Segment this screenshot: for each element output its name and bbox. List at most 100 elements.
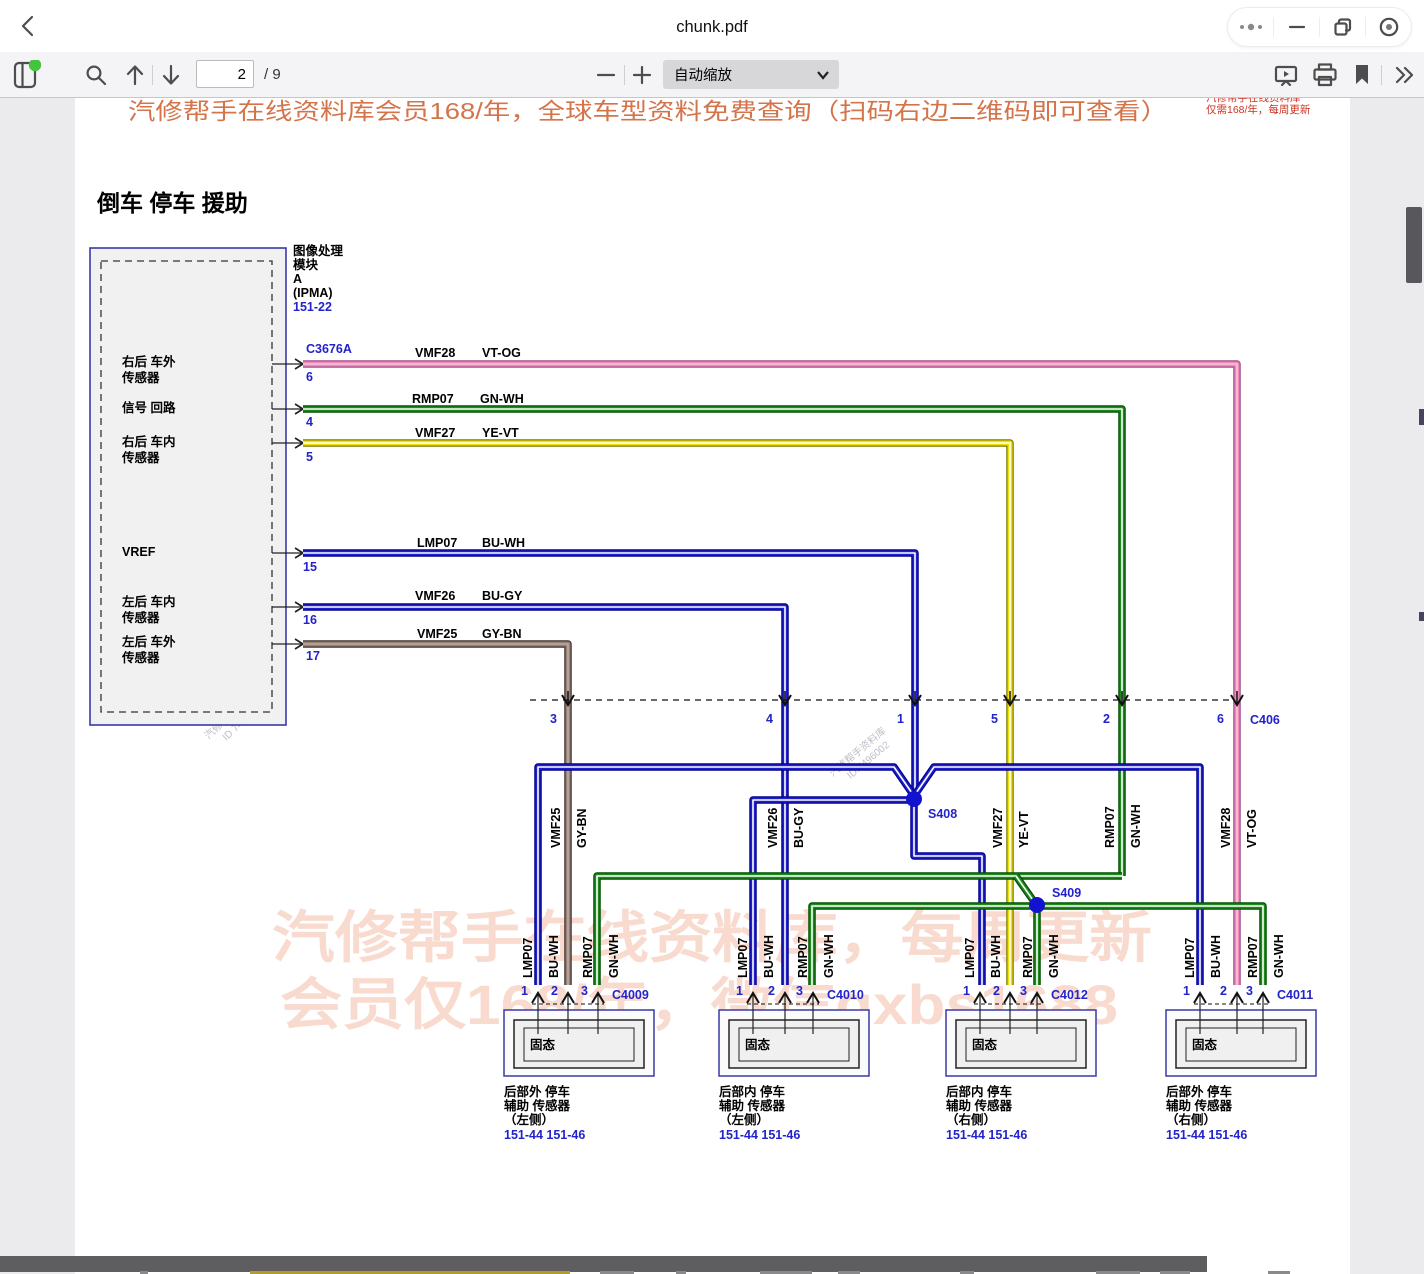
svg-text:RMP07: RMP07 — [1021, 936, 1035, 978]
connector-label: C4012 — [1051, 988, 1088, 1002]
svg-text:VMF26: VMF26 — [766, 808, 780, 848]
svg-text:RMP07: RMP07 — [796, 936, 810, 978]
app-window: chunk.pdf — [0, 0, 1424, 1274]
svg-text:5: 5 — [306, 450, 313, 464]
svg-text:151-44 151-46: 151-44 151-46 — [946, 1128, 1027, 1142]
svg-text:1: 1 — [1183, 984, 1190, 998]
svg-text:左后 车内: 左后 车内 — [121, 594, 175, 609]
svg-text:GN-WH: GN-WH — [1047, 934, 1061, 978]
zoom-select[interactable]: 自动缩放 — [663, 60, 839, 89]
svg-text:VT-OG: VT-OG — [1245, 809, 1259, 848]
pdf-page: 汽修帮手在线资料库，每周更新 会员仅168/年，微信qxbs1688 汽修帮手资… — [0, 97, 1424, 1274]
close-circle-icon[interactable] — [1366, 9, 1411, 45]
svg-text:固态: 固态 — [972, 1037, 998, 1052]
svg-text:BU-GY: BU-GY — [482, 589, 523, 603]
svg-text:1: 1 — [897, 712, 904, 726]
svg-text:YE-VT: YE-VT — [1017, 811, 1031, 848]
svg-text:LMP07: LMP07 — [963, 938, 977, 978]
search-icon[interactable] — [82, 52, 110, 97]
svg-text:辅助 传感器: 辅助 传感器 — [719, 1098, 785, 1113]
svg-text:YE-VT: YE-VT — [482, 426, 519, 440]
svg-text:S408: S408 — [928, 807, 957, 821]
svg-text:1: 1 — [736, 984, 743, 998]
svg-text:3: 3 — [796, 984, 803, 998]
more-options-icon[interactable] — [1228, 9, 1273, 45]
svg-text:GN-WH: GN-WH — [607, 934, 621, 978]
bookmark-icon[interactable] — [1349, 52, 1375, 97]
svg-text:VMF25: VMF25 — [549, 808, 563, 848]
svg-text:1: 1 — [521, 984, 528, 998]
print-icon[interactable] — [1310, 52, 1340, 97]
svg-text:模块: 模块 — [293, 257, 319, 272]
restore-window-icon[interactable] — [1320, 9, 1365, 45]
svg-text:RMP07: RMP07 — [1103, 806, 1117, 848]
svg-text:左后 车外: 左后 车外 — [121, 634, 176, 649]
svg-text:BU-WH: BU-WH — [989, 935, 1003, 978]
more-tools-icon[interactable] — [1390, 52, 1420, 97]
svg-text:BU-WH: BU-WH — [762, 935, 776, 978]
svg-text:151-44 151-46: 151-44 151-46 — [504, 1128, 585, 1142]
svg-text:151-44 151-46: 151-44 151-46 — [1166, 1128, 1247, 1142]
svg-text:VMF25: VMF25 — [417, 627, 457, 641]
svg-text:传感器: 传感器 — [121, 450, 160, 465]
sidebar-toggle-button[interactable] — [10, 52, 42, 97]
svg-text:LMP07: LMP07 — [1183, 938, 1197, 978]
promo-side-note: 汽修帮手在线资料库 仅需168/年，每周更新 — [1206, 97, 1311, 116]
svg-text:（左侧）: （左侧） — [719, 1112, 769, 1127]
svg-text:汽修帮手在线资料库，每周更新: 汽修帮手在线资料库，每周更新 — [272, 906, 1152, 969]
svg-text:固态: 固态 — [1192, 1037, 1218, 1052]
presentation-mode-icon[interactable] — [1272, 52, 1300, 97]
svg-text:2: 2 — [551, 984, 558, 998]
chevron-down-icon — [816, 70, 830, 80]
promo-banner: 汽修帮手在线资料库会员168/年，全球车型资料免费查询（扫码右边二维码即可查看） — [128, 98, 1168, 124]
svg-text:传感器: 传感器 — [121, 650, 160, 665]
svg-text:GN-WH: GN-WH — [822, 934, 836, 978]
page-title: 倒车 停车 援助 — [96, 190, 248, 216]
svg-text:GY-BN: GY-BN — [575, 808, 589, 848]
window-controls — [1227, 7, 1412, 47]
page-number-input[interactable] — [196, 60, 254, 88]
svg-text:LMP07: LMP07 — [736, 938, 750, 978]
pdf-toolbar: / 9 自动缩放 — [0, 52, 1424, 98]
svg-text:3: 3 — [550, 712, 557, 726]
svg-text:5: 5 — [991, 712, 998, 726]
svg-text:后部内 停车: 后部内 停车 — [719, 1084, 785, 1099]
svg-text:1: 1 — [963, 984, 970, 998]
svg-text:3: 3 — [1020, 984, 1027, 998]
svg-text:VMF26: VMF26 — [415, 589, 455, 603]
svg-text:传感器: 传感器 — [121, 370, 160, 385]
connector-label: C4011 — [1277, 988, 1313, 1002]
bottom-bar — [0, 1256, 1207, 1272]
svg-text:VREF: VREF — [122, 545, 156, 559]
svg-text:信号 回路: 信号 回路 — [122, 400, 176, 415]
svg-text:固态: 固态 — [745, 1037, 771, 1052]
svg-text:16: 16 — [303, 613, 317, 627]
page-total-label: / 9 — [264, 52, 281, 97]
previous-page-button[interactable] — [121, 52, 149, 97]
svg-text:后部外 停车: 后部外 停车 — [1166, 1084, 1232, 1099]
svg-text:6: 6 — [1217, 712, 1224, 726]
zoom-select-value: 自动缩放 — [663, 64, 816, 85]
svg-text:辅助 传感器: 辅助 传感器 — [946, 1098, 1012, 1113]
svg-text:3: 3 — [581, 984, 588, 998]
svg-text:（右侧）: （右侧） — [1166, 1112, 1216, 1127]
divider — [152, 65, 153, 85]
svg-text:4: 4 — [766, 712, 773, 726]
next-page-button[interactable] — [157, 52, 185, 97]
svg-text:仅需168/年，每周更新: 仅需168/年，每周更新 — [1206, 103, 1311, 116]
svg-text:15: 15 — [303, 560, 317, 574]
status-green-dot — [29, 60, 41, 71]
svg-text:2: 2 — [993, 984, 1000, 998]
svg-text:VT-OG: VT-OG — [482, 346, 521, 360]
divider — [1381, 65, 1382, 85]
svg-text:辅助 传感器: 辅助 传感器 — [1166, 1098, 1232, 1113]
zoom-out-button[interactable] — [592, 52, 620, 97]
zoom-in-button[interactable] — [628, 52, 656, 97]
minimize-icon[interactable] — [1274, 9, 1319, 45]
svg-text:GN-WH: GN-WH — [1272, 934, 1286, 978]
svg-text:RMP07: RMP07 — [1246, 936, 1260, 978]
scrollbar-thumb[interactable] — [1406, 207, 1422, 283]
divider — [624, 65, 625, 85]
svg-text:6: 6 — [306, 370, 313, 384]
svg-text:BU-WH: BU-WH — [482, 536, 525, 550]
